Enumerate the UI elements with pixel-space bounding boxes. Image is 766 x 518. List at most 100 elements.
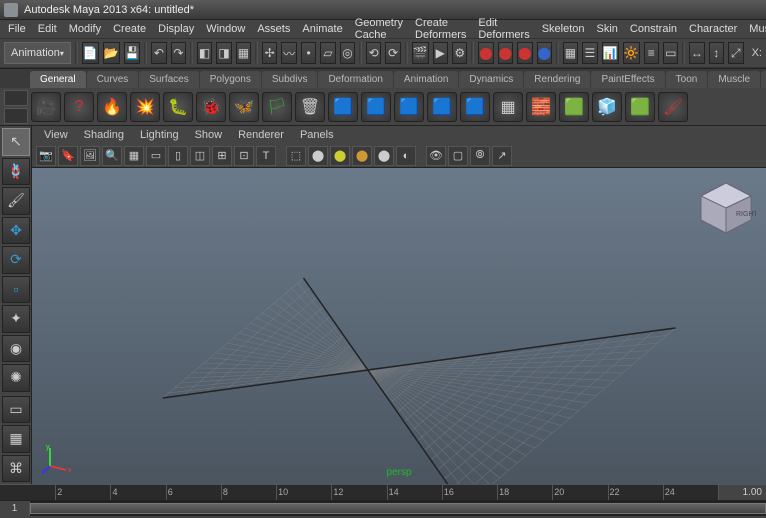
vp-panels[interactable]: Panels (292, 127, 342, 143)
snap-point-button[interactable]: • (301, 42, 316, 64)
shelf-tab-animation[interactable]: Animation (394, 71, 458, 88)
shelf-tab-toon[interactable]: Toon (666, 71, 708, 88)
time-slider[interactable]: 24681012141618202224 1.00 (0, 484, 766, 500)
vp-bookmark[interactable]: 🔖 (58, 146, 78, 166)
vp-grid[interactable]: ▦ (124, 146, 144, 166)
magnet-x-button[interactable]: ⬤ (478, 42, 493, 64)
vp-select-camera[interactable]: 📷 (36, 146, 56, 166)
module-selector[interactable]: Animation (4, 42, 71, 64)
move-tool[interactable]: ✥ (2, 217, 30, 245)
uv-button[interactable]: ▭ (663, 42, 678, 64)
shelf-tab-subdivs[interactable]: Subdivs (262, 71, 318, 88)
range-bar[interactable] (30, 503, 766, 514)
input-x-button[interactable]: ↔ (689, 42, 704, 64)
render-button[interactable]: 🎬 (412, 42, 429, 64)
shelf-tab-deformation[interactable]: Deformation (318, 71, 392, 88)
shelf-icon[interactable]: 🏳 (262, 92, 292, 122)
graph-button[interactable]: 📊 (602, 42, 619, 64)
vp-shaded[interactable]: ⬤ (308, 146, 328, 166)
shelf-icon[interactable]: 🔥 (97, 92, 127, 122)
vp-image-plane[interactable]: 🖼 (80, 146, 100, 166)
vp-view[interactable]: View (36, 127, 76, 143)
menu-character[interactable]: Character (683, 21, 743, 37)
shelf-icon[interactable]: 🟦 (460, 92, 490, 122)
menu-create-deformers[interactable]: Create Deformers (409, 15, 472, 43)
open-scene-button[interactable]: 📂 (103, 42, 120, 64)
shelf-tab-rendering[interactable]: Rendering (524, 71, 590, 88)
magnet-y-button[interactable]: ⬤ (498, 42, 513, 64)
menu-assets[interactable]: Assets (251, 21, 296, 37)
select-hierarchy-button[interactable]: ◧ (197, 42, 212, 64)
input-z-button[interactable]: ⤢ (728, 42, 743, 64)
hypershade-button[interactable]: 🔆 (623, 42, 640, 64)
start-frame-field[interactable]: 1 (0, 501, 30, 516)
vp-expose[interactable]: ↗ (492, 146, 512, 166)
shelf-icon[interactable]: 🎥 (31, 92, 61, 122)
vp-gate-mask[interactable]: ◫ (190, 146, 210, 166)
vp-safe-action[interactable]: ⊡ (234, 146, 254, 166)
custom-layout[interactable]: ⌘ (2, 455, 30, 483)
menu-skeleton[interactable]: Skeleton (536, 21, 591, 37)
menu-skin[interactable]: Skin (591, 21, 624, 37)
time-track[interactable]: 24681012141618202224 (0, 485, 718, 500)
snap-curve-button[interactable]: 〰 (281, 42, 296, 64)
render-settings-button[interactable]: ⚙ (452, 42, 467, 64)
history-toggle-button[interactable]: ⟳ (385, 42, 400, 64)
snap-plane-button[interactable]: ▱ (320, 42, 335, 64)
shelf-icon[interactable]: ? (64, 92, 94, 122)
shelf-icon[interactable]: 🧱 (526, 92, 556, 122)
shelf-icon[interactable]: 🟦 (328, 92, 358, 122)
shelf-icon[interactable]: 🟦 (427, 92, 457, 122)
shelf-icon[interactable]: ▦ (493, 92, 523, 122)
snap-live-button[interactable]: ◎ (340, 42, 355, 64)
vp-film-gate[interactable]: ▭ (146, 146, 166, 166)
vp-wireframe[interactable]: ⬚ (286, 146, 306, 166)
shelf-icon[interactable]: 💥 (130, 92, 160, 122)
shelf-icon[interactable]: 🟦 (394, 92, 424, 122)
shelf-tab-muscle[interactable]: Muscle (708, 71, 760, 88)
paint-select-tool[interactable]: 🖌 (2, 187, 30, 215)
vp-isolate[interactable]: 👁 (426, 146, 446, 166)
shelf-icon[interactable]: 🐞 (196, 92, 226, 122)
vp-lights[interactable]: ⬤ (352, 146, 372, 166)
menu-edit-deformers[interactable]: Edit Deformers (472, 15, 535, 43)
four-pane-layout[interactable]: ▦ (2, 425, 30, 453)
current-frame-field[interactable]: 1.00 (718, 485, 766, 500)
single-pane-layout[interactable]: ▭ (2, 396, 30, 424)
menu-edit[interactable]: Edit (32, 21, 63, 37)
shelf-icon[interactable]: 🟦 (361, 92, 391, 122)
redo-button[interactable]: ↷ (171, 42, 186, 64)
shelf-icon[interactable]: 🐛 (163, 92, 193, 122)
vp-show[interactable]: Show (187, 127, 231, 143)
vp-hq[interactable]: ◐ (396, 146, 416, 166)
vp-shading[interactable]: Shading (76, 127, 132, 143)
menu-constrain[interactable]: Constrain (624, 21, 683, 37)
menu-modify[interactable]: Modify (63, 21, 107, 37)
scale-tool[interactable]: ▫ (2, 276, 30, 304)
menu-muscle[interactable]: Muscle (743, 21, 766, 37)
vp-field-chart[interactable]: ⊞ (212, 146, 232, 166)
input-y-button[interactable]: ↕ (709, 42, 724, 64)
shelf-icon[interactable]: 🟩 (559, 92, 589, 122)
shelf-icon[interactable]: 🧊 (592, 92, 622, 122)
vp-resolution-gate[interactable]: ▯ (168, 146, 188, 166)
shelf-tab-painteffects[interactable]: PaintEffects (591, 71, 664, 88)
vp-xray[interactable]: ▢ (448, 146, 468, 166)
menu-animate[interactable]: Animate (296, 21, 348, 37)
shelf-tab-general[interactable]: General (30, 71, 86, 88)
select-component-button[interactable]: ▦ (236, 42, 251, 64)
undo-button[interactable]: ↶ (151, 42, 166, 64)
vp-renderer[interactable]: Renderer (230, 127, 292, 143)
soft-mod-tool[interactable]: ◉ (2, 335, 30, 363)
select-tool[interactable]: ↖ (2, 128, 30, 156)
vp-2d-zoom[interactable]: 🔍 (102, 146, 122, 166)
magnet-off-button[interactable]: ⬤ (537, 42, 552, 64)
universal-manipulator-tool[interactable]: ✦ (2, 305, 30, 333)
shelf-icon[interactable]: 🗑 (295, 92, 325, 122)
menu-file[interactable]: File (2, 21, 32, 37)
history-button[interactable]: ⟲ (366, 42, 381, 64)
shelf-icon[interactable]: 🦋 (229, 92, 259, 122)
ipr-render-button[interactable]: ▶ (433, 42, 448, 64)
outliner-button[interactable]: ☰ (582, 42, 597, 64)
shelf-tab-polygons[interactable]: Polygons (200, 71, 261, 88)
